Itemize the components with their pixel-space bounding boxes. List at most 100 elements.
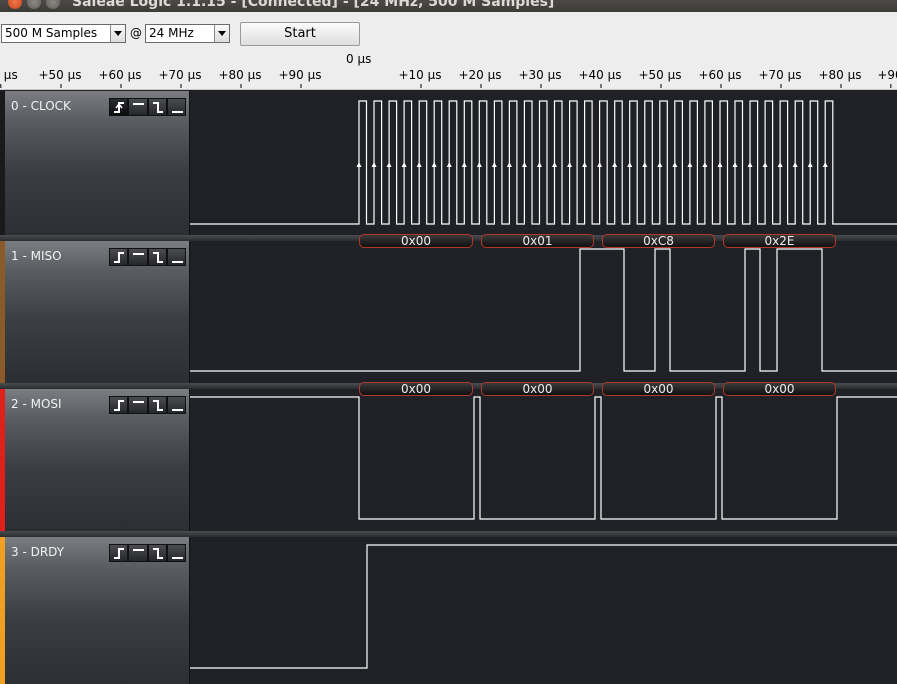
trigger-buttons bbox=[109, 248, 186, 266]
trigger-buttons bbox=[109, 98, 186, 116]
clock-edge-marker bbox=[807, 162, 813, 167]
sample-rate-select-value: 24 MHz bbox=[149, 26, 194, 40]
low-level-icon[interactable] bbox=[166, 98, 186, 116]
mosi-decode-badge[interactable]: 0x00 bbox=[602, 382, 715, 396]
falling-edge-icon[interactable] bbox=[147, 544, 167, 562]
channel-name: 1 - MISO bbox=[11, 249, 62, 263]
ruler-tick: +90 bbox=[877, 68, 897, 88]
at-label: @ bbox=[130, 26, 142, 40]
clock-edge-marker bbox=[521, 162, 527, 167]
clock-waveform[interactable] bbox=[190, 91, 897, 235]
miso-waveform[interactable] bbox=[190, 241, 897, 383]
sample-rate-select[interactable]: 24 MHz bbox=[145, 24, 230, 43]
clock-edge-marker bbox=[386, 162, 392, 167]
clock-edge-marker bbox=[582, 162, 588, 167]
clock-edge-marker bbox=[597, 162, 603, 167]
ruler-tick: +90 µs bbox=[278, 68, 322, 88]
low-level-icon[interactable] bbox=[166, 396, 186, 414]
channel-color-stripe bbox=[0, 91, 5, 235]
falling-edge-icon[interactable] bbox=[147, 248, 167, 266]
chevron-down-icon[interactable] bbox=[214, 25, 229, 42]
mosi-decode-badge[interactable]: 0x00 bbox=[723, 382, 836, 396]
channel-name: 2 - MOSI bbox=[11, 397, 62, 411]
trigger-buttons bbox=[109, 396, 186, 414]
ruler-tick: +60 µs bbox=[98, 68, 142, 88]
channel-name: 0 - CLOCK bbox=[11, 99, 71, 113]
ruler-tick: +70 µs bbox=[758, 68, 802, 88]
drdy-waveform[interactable] bbox=[190, 537, 897, 684]
clock-edge-marker bbox=[822, 162, 828, 167]
low-level-icon[interactable] bbox=[166, 248, 186, 266]
ruler-tick: +80 µs bbox=[818, 68, 862, 88]
ruler-tick: +50 µs bbox=[38, 68, 82, 88]
channel-label-panel[interactable]: 3 - DRDY bbox=[0, 537, 190, 684]
ruler-tick: +20 µs bbox=[458, 68, 502, 88]
clock-edge-marker bbox=[777, 162, 783, 167]
time-origin-label: 0 µs bbox=[346, 52, 372, 66]
close-window-icon[interactable] bbox=[8, 0, 22, 9]
samples-select-value: 500 M Samples bbox=[5, 26, 98, 40]
samples-select[interactable]: 500 M Samples bbox=[1, 24, 126, 43]
clock-edge-marker bbox=[702, 162, 708, 167]
window-title: Saleae Logic 1.1.15 - [Connected] - [24 … bbox=[72, 0, 555, 10]
channel-mosi: 2 - MOSI 0x00 0x00 0x00 0x00 bbox=[0, 382, 897, 531]
mosi-decode-badge[interactable]: 0x00 bbox=[359, 382, 473, 396]
high-level-icon[interactable] bbox=[128, 248, 148, 266]
rising-edge-icon[interactable] bbox=[109, 248, 129, 266]
minimize-window-icon[interactable] bbox=[27, 0, 41, 9]
clock-edge-marker bbox=[642, 162, 648, 167]
maximize-window-icon[interactable] bbox=[46, 0, 60, 9]
ruler-tick: +50 µs bbox=[638, 68, 682, 88]
ruler-tick: +60 µs bbox=[698, 68, 742, 88]
channel-name: 3 - DRDY bbox=[11, 545, 65, 559]
high-level-icon[interactable] bbox=[128, 98, 148, 116]
clock-edge-marker bbox=[687, 162, 693, 167]
rising-edge-icon[interactable] bbox=[109, 98, 129, 116]
channel-label-panel[interactable]: 1 - MISO bbox=[0, 241, 190, 383]
channel-label-panel[interactable]: 0 - CLOCK bbox=[0, 91, 190, 235]
falling-edge-icon[interactable] bbox=[147, 396, 167, 414]
ruler-tick: +40 µs bbox=[578, 68, 622, 88]
ruler-tick: +70 µs bbox=[158, 68, 202, 88]
clock-edge-marker bbox=[672, 162, 678, 167]
ruler-tick: +0 µs bbox=[0, 68, 18, 88]
chevron-down-icon[interactable] bbox=[110, 25, 125, 42]
clock-edge-marker bbox=[446, 162, 452, 167]
ruler-tick: +10 µs bbox=[398, 68, 442, 88]
clock-edge-marker bbox=[371, 162, 377, 167]
title-bar: Saleae Logic 1.1.15 - [Connected] - [24 … bbox=[0, 0, 897, 12]
low-level-icon[interactable] bbox=[166, 544, 186, 562]
channel-clock: 0 - CLOCK bbox=[0, 91, 897, 235]
clock-edge-marker bbox=[792, 162, 798, 167]
start-button[interactable]: Start bbox=[240, 22, 360, 46]
clock-edge-marker bbox=[567, 162, 573, 167]
high-level-icon[interactable] bbox=[128, 396, 148, 414]
clock-edge-marker bbox=[401, 162, 407, 167]
rising-edge-icon[interactable] bbox=[109, 544, 129, 562]
channel-color-stripe bbox=[0, 241, 5, 383]
clock-edge-marker bbox=[612, 162, 618, 167]
mosi-decode-badge[interactable]: 0x00 bbox=[481, 382, 594, 396]
toolbar: 500 M Samples @ 24 MHz Start 0 µs bbox=[0, 12, 897, 80]
clock-edge-marker bbox=[717, 162, 723, 167]
high-level-icon[interactable] bbox=[128, 544, 148, 562]
clock-edge-marker bbox=[491, 162, 497, 167]
miso-decode-badge[interactable]: 0x2E bbox=[723, 234, 836, 248]
miso-decode-badge[interactable]: 0x01 bbox=[481, 234, 594, 248]
clock-edge-marker bbox=[552, 162, 558, 167]
mosi-waveform[interactable] bbox=[190, 389, 897, 531]
clock-edge-marker bbox=[461, 162, 467, 167]
channel-label-panel[interactable]: 2 - MOSI bbox=[0, 389, 190, 531]
time-ruler[interactable]: +0 µs +50 µs +60 µs +70 µs +80 µs +90 µs… bbox=[0, 67, 897, 90]
falling-edge-icon[interactable] bbox=[147, 98, 167, 116]
miso-decode-badge[interactable]: 0xC8 bbox=[602, 234, 715, 248]
clock-edge-marker bbox=[657, 162, 663, 167]
channel-drdy: 3 - DRDY bbox=[0, 537, 897, 684]
ruler-tick: +80 µs bbox=[218, 68, 262, 88]
rising-edge-icon[interactable] bbox=[109, 396, 129, 414]
miso-decode-badge[interactable]: 0x00 bbox=[359, 234, 473, 248]
clock-edge-marker bbox=[416, 162, 422, 167]
clock-edge-marker bbox=[536, 162, 542, 167]
clock-edge-marker bbox=[431, 162, 437, 167]
clock-edge-marker bbox=[627, 162, 633, 167]
